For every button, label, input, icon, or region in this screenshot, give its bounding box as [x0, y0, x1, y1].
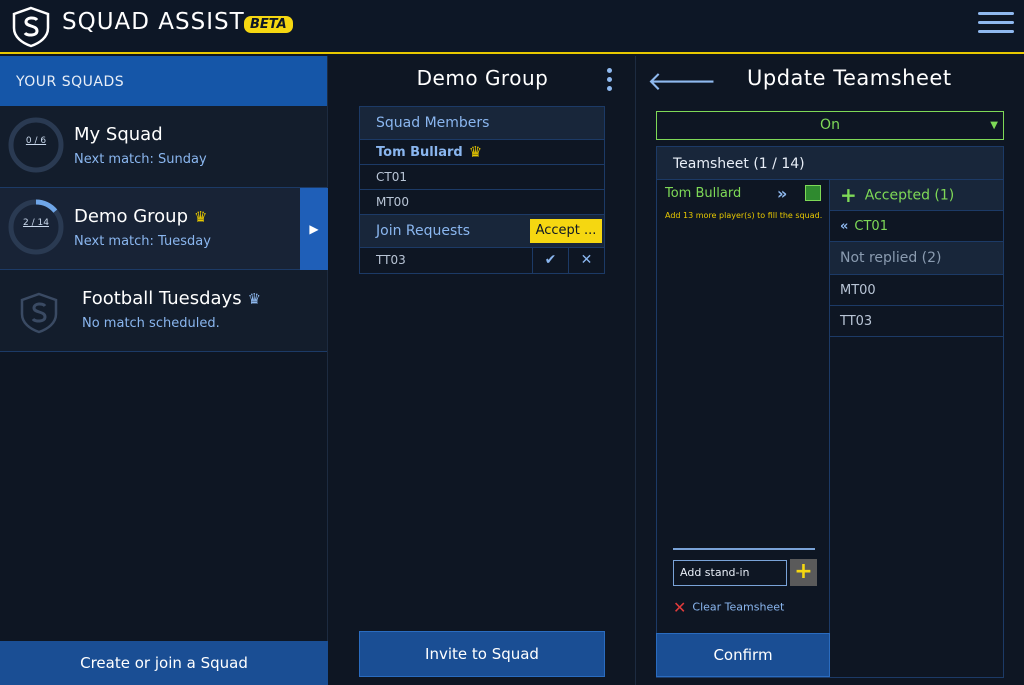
clear-teamsheet-button[interactable]: ✕ Clear Teamsheet — [673, 598, 784, 617]
accepted-label: Accepted (1) — [864, 187, 955, 204]
confirm-button[interactable]: Confirm — [656, 633, 830, 677]
selected-player-name: Tom Bullard — [665, 186, 742, 201]
join-requests-label: Join Requests — [376, 223, 471, 239]
back-arrow-icon[interactable]: 🡐 — [647, 66, 717, 97]
chevron-right-icon[interactable]: ▶ — [300, 188, 328, 270]
squad-name: Football Tuesdays ♛ — [82, 288, 261, 309]
plus-icon: + — [840, 183, 857, 207]
squad-name-text: Demo Group — [74, 206, 189, 227]
close-icon: ✕ — [673, 598, 687, 617]
squads-sidebar: YOUR SQUADS 0 / 6 My Squad Next match: S… — [0, 56, 328, 685]
not-replied-header: Not replied (2) — [830, 242, 1003, 275]
double-chevron-left-icon[interactable]: « — [840, 219, 848, 234]
clear-label: Clear Teamsheet — [692, 600, 785, 614]
standin-input[interactable]: Add stand-in — [673, 560, 787, 586]
top-bar: SQUAD ASSIST BETA — [0, 0, 1024, 54]
member-row[interactable]: Tom Bullard ♛ — [360, 140, 604, 165]
squad-item-my-squad[interactable]: 0 / 6 My Squad Next match: Sunday — [0, 106, 327, 188]
invite-button[interactable]: Invite to Squad — [359, 631, 605, 677]
squad-name: My Squad — [74, 124, 163, 145]
accepted-row[interactable]: « CT01 — [830, 211, 1003, 242]
not-replied-row[interactable]: TT03 — [830, 306, 1003, 337]
player-checkbox[interactable] — [805, 185, 821, 201]
teamsheet-selected-list: Tom Bullard » Add 13 more player(s) to f… — [656, 180, 830, 678]
close-icon[interactable]: ✕ — [568, 248, 604, 273]
more-options-icon[interactable] — [607, 68, 613, 95]
request-name: TT03 — [376, 253, 406, 267]
menu-icon[interactable] — [978, 12, 1014, 38]
accept-all-button[interactable]: Accept ... — [530, 219, 602, 243]
check-icon[interactable]: ✔ — [532, 248, 568, 273]
chevron-down-icon: ▼ — [990, 120, 998, 131]
crown-icon: ♛ — [194, 208, 208, 226]
member-row[interactable]: CT01 — [360, 165, 604, 190]
status-value: On — [820, 117, 840, 133]
status-select[interactable]: On ▼ — [656, 111, 1004, 140]
teamsheet-panel: 🡐 Update Teamsheet On ▼ Teamsheet (1 / 14… — [637, 56, 1024, 685]
responses-list: + Accepted (1) « CT01 Not replied (2) MT00… — [830, 180, 1004, 678]
divider — [673, 548, 815, 550]
members-header: Squad Members — [360, 107, 604, 140]
app-title: SQUAD ASSIST — [62, 9, 245, 35]
sidebar-header: YOUR SQUADS — [0, 56, 327, 106]
squad-name-text: Football Tuesdays — [82, 288, 242, 309]
group-title: Demo Group — [416, 66, 549, 90]
teamsheet-header: Teamsheet (1 / 14) — [656, 146, 1004, 180]
accepted-header: + Accepted (1) — [830, 180, 1003, 211]
accepted-name: CT01 — [854, 219, 888, 234]
group-panel: Demo Group Squad Members Tom Bullard ♛ CT… — [329, 56, 636, 685]
crown-icon: ♛ — [468, 143, 483, 161]
not-replied-row[interactable]: MT00 — [830, 275, 1003, 306]
squad-next-match: Next match: Tuesday — [74, 234, 211, 249]
member-name: Tom Bullard — [376, 145, 463, 160]
create-squad-button[interactable]: Create or join a Squad — [0, 641, 328, 685]
squad-item-football-tuesdays[interactable]: Football Tuesdays ♛ No match scheduled. — [0, 270, 327, 352]
members-table: Squad Members Tom Bullard ♛ CT01 MT00 Joi… — [359, 106, 605, 274]
member-row[interactable]: MT00 — [360, 190, 604, 215]
shield-icon — [20, 292, 58, 334]
shield-logo-icon[interactable] — [10, 6, 52, 48]
join-requests-header: Join Requests Accept ... — [360, 215, 604, 248]
squad-next-match: Next match: Sunday — [74, 152, 207, 167]
squad-count: 0 / 6 — [25, 136, 47, 146]
add-standin-button[interactable]: + — [790, 559, 817, 586]
squad-count: 2 / 14 — [23, 218, 49, 228]
teamsheet-title: Update Teamsheet — [747, 66, 952, 90]
request-row: TT03 ✔ ✕ — [360, 248, 604, 273]
double-chevron-right-icon[interactable]: » — [777, 184, 787, 203]
squad-item-demo-group[interactable]: 2 / 14 Demo Group ♛ Next match: Tuesday ▶ — [0, 188, 328, 270]
squad-name: Demo Group ♛ — [74, 206, 207, 227]
squad-next-match: No match scheduled. — [82, 316, 220, 331]
crown-icon: ♛ — [247, 290, 262, 308]
fill-message: Add 13 more player(s) to fill the squad. — [665, 211, 823, 220]
beta-badge: BETA — [244, 16, 293, 33]
